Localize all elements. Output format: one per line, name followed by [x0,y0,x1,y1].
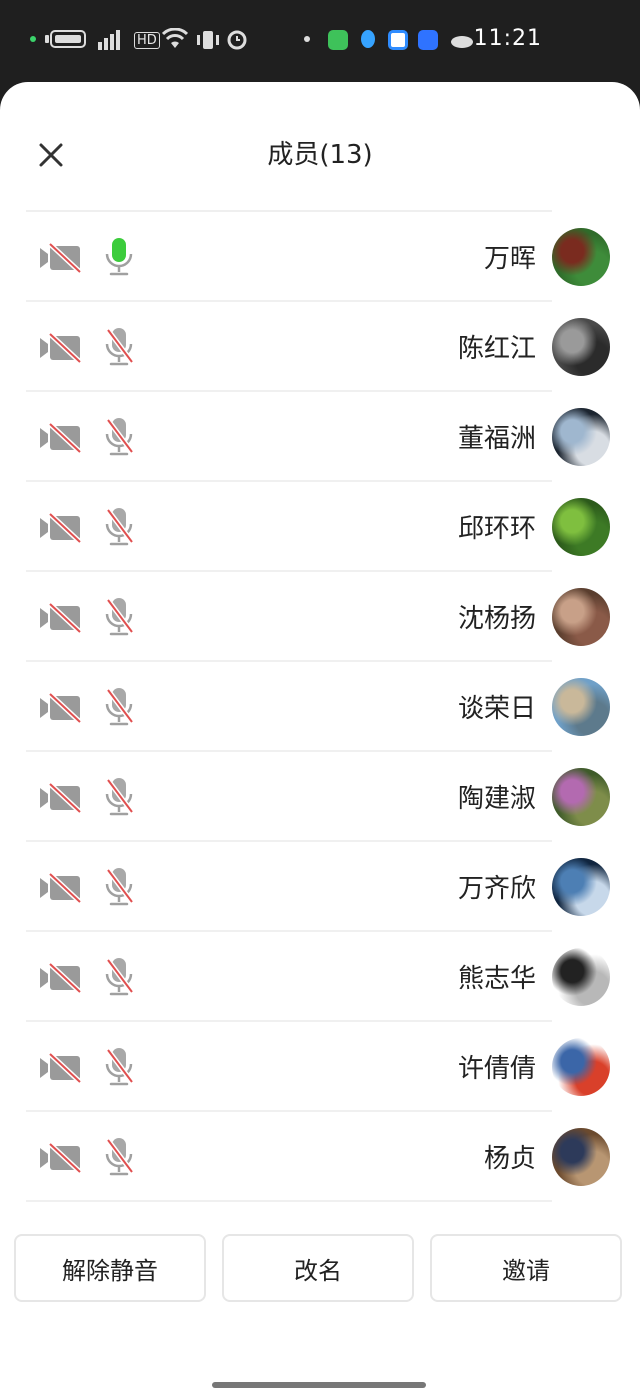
hd-badge: HD [134,32,160,49]
action-bar: 解除静音 改名 邀请 [14,1234,626,1304]
member-row[interactable]: 万齐欣 [0,842,640,932]
member-name: 陶建淑 [457,784,536,814]
mic-muted-icon[interactable] [100,1134,138,1180]
member-row[interactable]: 陈红江 [0,302,640,392]
camera-off-icon[interactable] [38,600,84,636]
member-row[interactable]: 谈荣日 [0,662,640,752]
camera-off-icon[interactable] [38,510,84,546]
member-name: 陈红江 [457,334,536,364]
app-icon [388,30,408,50]
mic-muted-icon[interactable] [100,414,138,460]
mic-muted-icon[interactable] [100,1044,138,1090]
avatar [552,858,610,916]
camera-off-icon[interactable] [38,240,84,276]
mic-on-icon[interactable] [100,234,138,280]
avatar [552,228,610,286]
mic-muted-icon[interactable] [100,594,138,640]
camera-off-icon[interactable] [38,1140,84,1176]
member-name: 谈荣日 [457,694,536,724]
mic-muted-icon[interactable] [100,774,138,820]
members-sheet: 成员(13) 万晖陈红江董福洲邱环环沈杨扬谈荣日陶建淑万齐欣熊志华许倩倩杨贞 解… [0,82,640,1399]
avatar [552,1038,610,1096]
member-name: 万齐欣 [457,874,536,904]
signal-icon [98,30,120,50]
avatar [552,588,610,646]
alarm-icon [227,30,247,50]
avatar [552,948,610,1006]
member-row[interactable]: 许倩倩 [0,1022,640,1112]
member-row[interactable]: 熊志华 [0,932,640,1022]
member-name: 许倩倩 [457,1054,536,1084]
member-row[interactable]: 万晖 [0,212,640,302]
member-row[interactable]: 邱环环 [0,482,640,572]
avatar [552,678,610,736]
page-title: 成员(13) [267,140,373,170]
member-name: 董福洲 [457,424,536,454]
member-name: 邱环环 [457,514,536,544]
member-row[interactable]: 沈杨扬 [0,572,640,662]
camera-off-icon[interactable] [38,960,84,996]
home-indicator[interactable] [212,1382,426,1388]
member-row[interactable]: 董福洲 [0,392,640,482]
member-name: 杨贞 [483,1144,536,1174]
wifi-icon [162,28,188,48]
mic-muted-icon[interactable] [100,864,138,910]
member-row[interactable]: 杨贞 [0,1112,640,1202]
avatar [552,498,610,556]
member-list: 万晖陈红江董福洲邱环环沈杨扬谈荣日陶建淑万齐欣熊志华许倩倩杨贞 [0,212,640,1202]
vibrate-icon [197,31,219,49]
member-row[interactable]: 陶建淑 [0,752,640,842]
mic-muted-icon[interactable] [100,324,138,370]
avatar [552,318,610,376]
app-icon [418,30,438,50]
qq-icon [361,30,375,48]
invite-button[interactable]: 邀请 [430,1234,622,1302]
member-name: 熊志华 [457,964,536,994]
camera-off-icon[interactable] [38,690,84,726]
mic-muted-icon[interactable] [100,954,138,1000]
mic-muted-icon[interactable] [100,504,138,550]
camera-off-icon[interactable] [38,780,84,816]
member-name: 万晖 [483,244,536,274]
message-app-icon [328,30,348,50]
status-bar: HD 11:21 [0,0,640,82]
camera-off-icon[interactable] [38,420,84,456]
status-time: 11:21 [473,26,542,51]
camera-off-icon[interactable] [38,1050,84,1086]
status-dot-icon [30,36,36,42]
battery-icon [50,30,86,48]
camera-off-icon[interactable] [38,330,84,366]
unmute-all-button[interactable]: 解除静音 [14,1234,206,1302]
camera-off-icon[interactable] [38,870,84,906]
rename-button[interactable]: 改名 [222,1234,414,1302]
member-name: 沈杨扬 [457,604,536,634]
cloud-icon [451,36,473,48]
avatar [552,408,610,466]
avatar [552,768,610,826]
avatar [552,1128,610,1186]
mic-muted-icon[interactable] [100,684,138,730]
